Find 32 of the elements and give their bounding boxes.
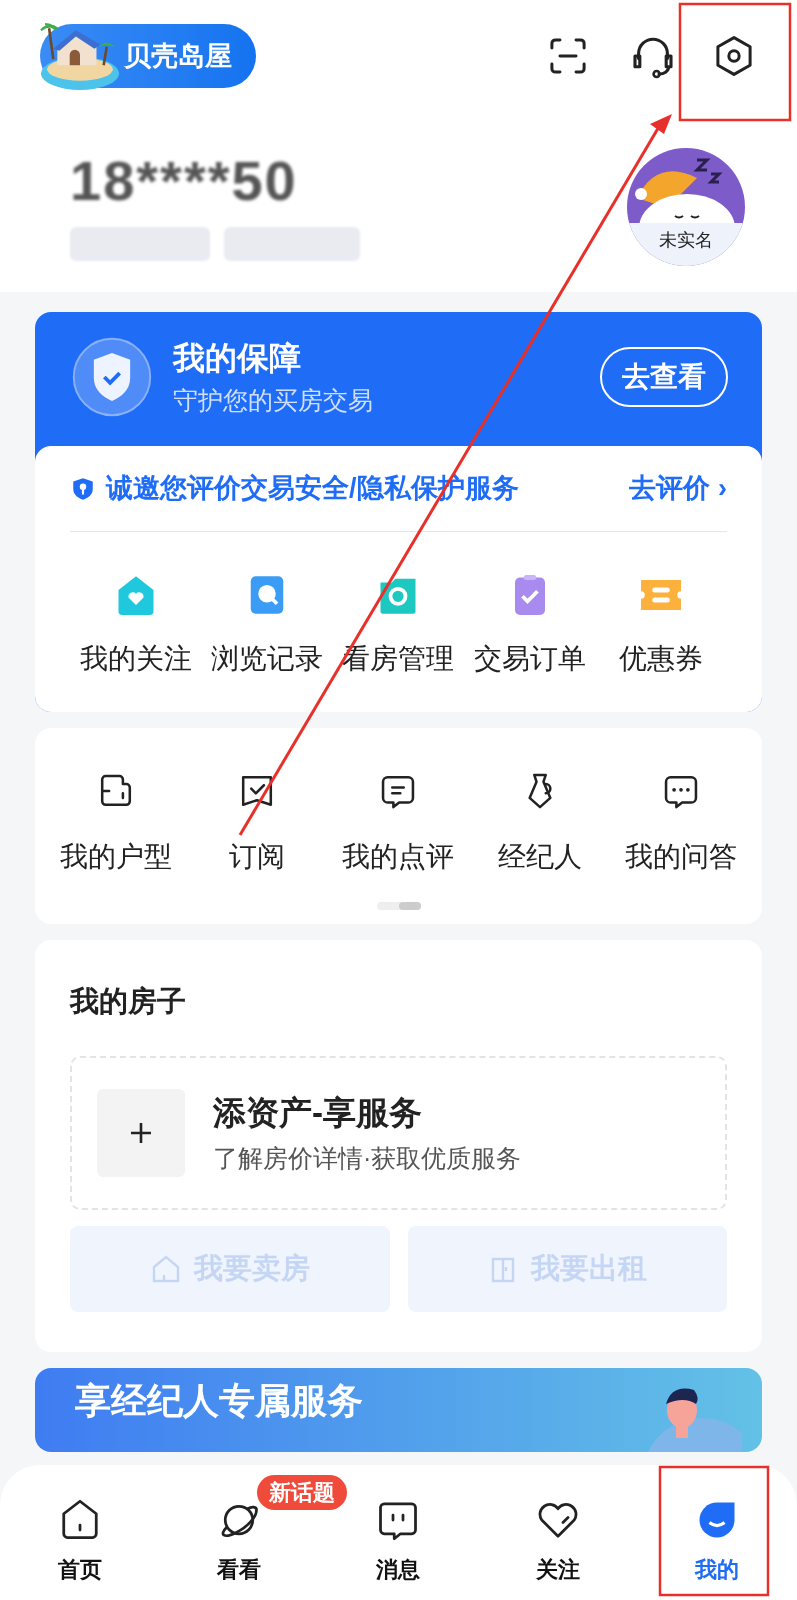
quick-link[interactable]: 我的关注 — [70, 570, 202, 680]
add-asset-panel[interactable]: 添资产-享服务 了解房价详情·获取优质服务 — [70, 1055, 727, 1210]
app-logo[interactable]: 贝壳岛屋 — [40, 24, 256, 88]
quick-link[interactable]: 浏览记录 — [201, 570, 333, 680]
logo-text: 贝壳岛屋 — [124, 39, 232, 73]
quick-link[interactable]: 交易订单 — [464, 570, 596, 680]
add-asset-title: 添资产-享服务 — [213, 1093, 423, 1133]
tab[interactable]: 关注 — [532, 1495, 583, 1586]
tool-item[interactable]: 我的点评 — [327, 768, 470, 878]
banner-title: 享经纪人专属服务 — [75, 1378, 363, 1423]
tab[interactable]: 我的 — [692, 1495, 743, 1586]
island-house-icon — [38, 20, 122, 92]
new-topic-badge: 新话题 — [257, 1475, 348, 1510]
rate-link[interactable]: 去评价 › — [629, 468, 727, 509]
phone-number: 18****50 — [70, 153, 299, 209]
tab[interactable]: 消息 — [373, 1495, 424, 1586]
quick-link[interactable]: 看房管理 — [332, 570, 465, 680]
page-indicator — [376, 902, 421, 910]
tab[interactable]: 首页 — [54, 1495, 105, 1586]
tool-item[interactable]: 我的问答 — [610, 768, 752, 878]
view-button[interactable]: 去查看 — [600, 347, 728, 407]
plus-icon — [97, 1088, 185, 1177]
quick-link[interactable]: 优惠券 — [595, 570, 727, 680]
avatar-label: 未实名 — [627, 223, 745, 266]
section-title: 我的房子 — [70, 984, 187, 1019]
guarantee-title: 我的保障 — [173, 339, 302, 379]
add-asset-subtitle: 了解房价详情·获取优质服务 — [213, 1142, 522, 1174]
tool-item[interactable]: 订阅 — [186, 768, 328, 878]
guarantee-subtitle: 守护您的买房交易 — [173, 385, 374, 417]
avatar[interactable]: 未实名 — [627, 148, 745, 266]
tool-item[interactable]: 经纪人 — [469, 768, 611, 878]
tool-item[interactable]: 我的户型 — [45, 768, 187, 878]
